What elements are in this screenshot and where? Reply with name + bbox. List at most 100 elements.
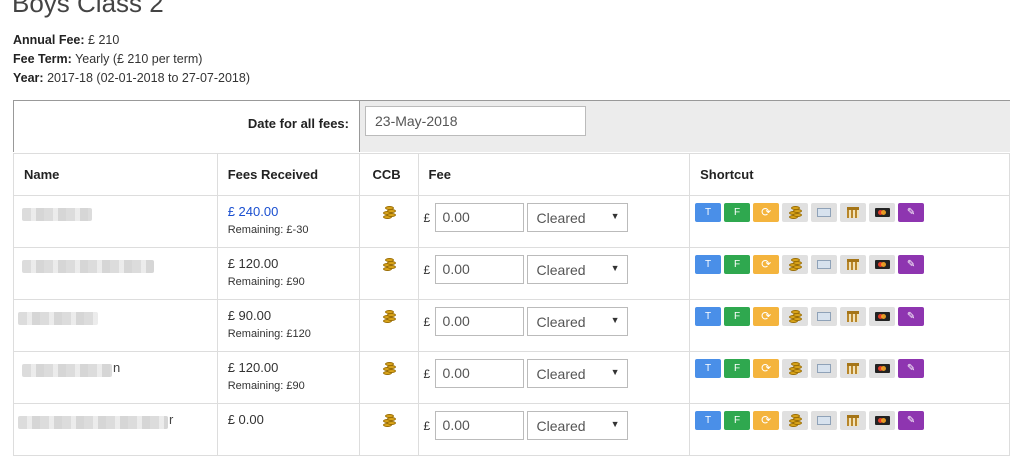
credit-card-icon[interactable]: [869, 411, 896, 430]
ccb-cell: [358, 403, 419, 456]
fees-received-cell: £ 120.00 Remaining: £90: [216, 247, 360, 300]
shortcut-f-button[interactable]: F: [724, 359, 751, 378]
coins-icon[interactable]: [782, 255, 809, 274]
edit-pencil-icon[interactable]: ✎: [898, 359, 925, 378]
refresh-icon[interactable]: ⟳: [753, 411, 780, 430]
edit-pencil-icon[interactable]: ✎: [898, 411, 925, 430]
coins-icon[interactable]: [782, 307, 809, 326]
date-for-all-fees-bar: Date for all fees: 23-May-2018: [13, 100, 1010, 152]
student-name-cell: [13, 247, 218, 300]
payment-status-select[interactable]: Cleared ▼: [526, 255, 628, 284]
student-name-cell: r: [13, 403, 218, 456]
fees-received-cell: £ 240.00 Remaining: £-30: [216, 195, 360, 248]
credit-card-icon[interactable]: [869, 307, 896, 326]
remaining-amount: Remaining: £90: [227, 380, 305, 392]
page-title: Boys Class 2: [12, 0, 164, 18]
cheque-icon[interactable]: [811, 307, 838, 326]
coins-icon[interactable]: [782, 359, 809, 378]
credit-card-icon[interactable]: [869, 255, 896, 274]
remaining-amount: Remaining: £-30: [227, 224, 309, 236]
cheque-icon[interactable]: [811, 255, 838, 274]
shortcut-t-button[interactable]: T: [695, 411, 722, 430]
coins-icon[interactable]: [381, 258, 397, 272]
shortcut-f-button[interactable]: F: [724, 307, 751, 326]
currency-symbol: £: [423, 419, 431, 433]
shortcut-f-button[interactable]: F: [724, 411, 751, 430]
date-label: Date for all fees:: [247, 116, 349, 131]
fee-amount-input[interactable]: 0.00: [434, 203, 524, 232]
payment-status-value: Cleared: [536, 314, 586, 330]
year-value: 2017-18 (02-01-2018 to 27-07-2018): [47, 71, 251, 85]
fee-term-line: Fee Term: Yearly (£ 210 per term): [13, 52, 202, 66]
shortcut-t-button[interactable]: T: [695, 255, 722, 274]
ccb-cell: [358, 351, 419, 404]
coins-icon[interactable]: [381, 310, 397, 324]
fee-amount-input[interactable]: 0.00: [434, 411, 524, 440]
redacted-name: [22, 364, 112, 377]
fee-cell: £ 0.00 Cleared ▼: [417, 403, 691, 456]
coins-icon[interactable]: [381, 206, 397, 220]
cheque-icon[interactable]: [811, 359, 838, 378]
payment-status-select[interactable]: Cleared ▼: [526, 411, 628, 440]
date-for-all-fees-input[interactable]: 23-May-2018: [365, 106, 586, 136]
ccb-cell: [358, 299, 419, 352]
name-suffix: n: [113, 360, 121, 375]
shortcut-t-button[interactable]: T: [695, 203, 722, 222]
bank-icon[interactable]: [840, 255, 867, 274]
coins-icon[interactable]: [782, 411, 809, 430]
header-name: Name: [13, 153, 218, 196]
cheque-icon[interactable]: [811, 203, 838, 222]
redacted-name: [22, 260, 154, 273]
credit-card-icon[interactable]: [869, 203, 896, 222]
refresh-icon[interactable]: ⟳: [753, 255, 780, 274]
fee-amount-input[interactable]: 0.00: [434, 307, 524, 336]
remaining-amount: Remaining: £120: [227, 328, 311, 340]
shortcut-f-button[interactable]: F: [724, 203, 751, 222]
shortcut-t-button[interactable]: T: [695, 307, 722, 326]
fee-amount-input[interactable]: 0.00: [434, 359, 524, 388]
refresh-icon[interactable]: ⟳: [753, 359, 780, 378]
coins-icon[interactable]: [381, 362, 397, 376]
edit-pencil-icon[interactable]: ✎: [898, 255, 925, 274]
shortcut-cell: T F ⟳ ✎: [689, 403, 1010, 456]
refresh-icon[interactable]: ⟳: [753, 203, 780, 222]
fee-cell: £ 0.00 Cleared ▼: [417, 299, 691, 352]
ccb-cell: [358, 195, 419, 248]
bank-icon[interactable]: [840, 359, 867, 378]
student-name-cell: [13, 195, 218, 248]
coins-icon[interactable]: [782, 203, 809, 222]
table-header-row: Name Fees Received CCB Fee Shortcut: [13, 153, 1010, 196]
payment-status-value: Cleared: [536, 210, 586, 226]
edit-pencil-icon[interactable]: ✎: [898, 307, 925, 326]
cheque-icon[interactable]: [811, 411, 838, 430]
fees-table: Name Fees Received CCB Fee Shortcut £ 24…: [13, 153, 1010, 456]
redacted-name: [22, 208, 92, 221]
payment-status-value: Cleared: [536, 366, 586, 382]
fees-received-amount[interactable]: £ 240.00: [228, 204, 349, 219]
caret-down-icon: ▼: [610, 367, 620, 377]
year-line: Year: 2017-18 (02-01-2018 to 27-07-2018): [13, 71, 250, 85]
fee-amount-input[interactable]: 0.00: [434, 255, 524, 284]
coins-icon[interactable]: [381, 414, 397, 428]
shortcut-t-button[interactable]: T: [695, 359, 722, 378]
date-label-cell: Date for all fees:: [14, 101, 360, 152]
fees-received-amount: £ 120.00: [227, 256, 279, 271]
student-name-cell: [13, 299, 218, 352]
bank-icon[interactable]: [840, 411, 867, 430]
shortcut-f-button[interactable]: F: [724, 255, 751, 274]
header-fee: Fee: [417, 153, 691, 196]
caret-down-icon: ▼: [610, 263, 620, 273]
bank-icon[interactable]: [840, 307, 867, 326]
currency-symbol: £: [423, 315, 431, 329]
payment-status-select[interactable]: Cleared ▼: [526, 307, 628, 336]
credit-card-icon[interactable]: [869, 359, 896, 378]
fee-cell: £ 0.00 Cleared ▼: [417, 195, 691, 248]
fee-cell: £ 0.00 Cleared ▼: [417, 247, 691, 300]
name-suffix: r: [169, 412, 174, 427]
bank-icon[interactable]: [840, 203, 867, 222]
refresh-icon[interactable]: ⟳: [753, 307, 780, 326]
header-fees-received: Fees Received: [216, 153, 360, 196]
payment-status-select[interactable]: Cleared ▼: [526, 359, 628, 388]
edit-pencil-icon[interactable]: ✎: [898, 203, 925, 222]
payment-status-select[interactable]: Cleared ▼: [526, 203, 628, 232]
